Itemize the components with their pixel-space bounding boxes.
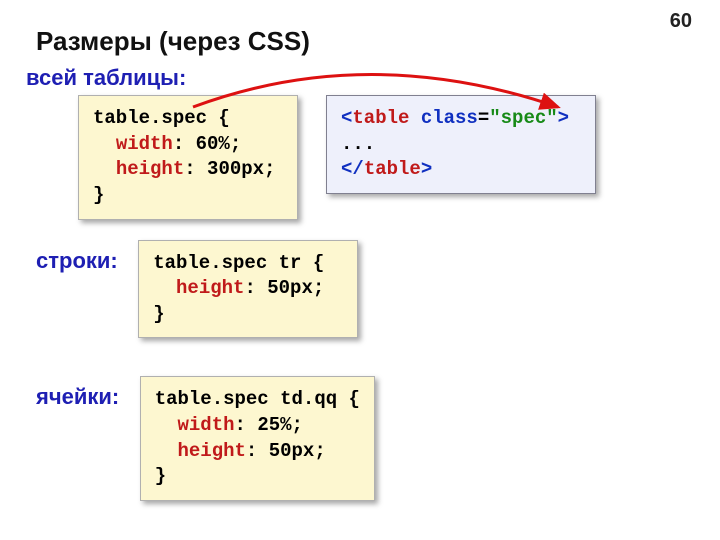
codebox-table-css: table.spec { width: 60%; height: 300px; … (78, 95, 298, 220)
label-cell: ячейки: (36, 384, 119, 410)
code-line: ... (341, 132, 581, 158)
code-line: table.spec td.qq { (155, 387, 360, 413)
code-line: } (153, 302, 343, 328)
row-table: table.spec { width: 60%; height: 300px; … (78, 95, 684, 220)
code-line: table.spec tr { (153, 251, 343, 277)
code-line: table.spec { (93, 106, 283, 132)
label-table: всей таблицы: (26, 65, 684, 91)
codebox-row-css: table.spec tr { height: 50px; } (138, 240, 358, 339)
code-line: height: 50px; (155, 439, 360, 465)
code-line: } (93, 183, 283, 209)
row-cell: ячейки: table.spec td.qq { width: 25%; h… (36, 376, 684, 501)
row-row: строки: table.spec tr { height: 50px; } (36, 240, 684, 361)
code-line: height: 300px; (93, 157, 283, 183)
slide-title: Размеры (через CSS) (36, 26, 684, 57)
slide: 60 Размеры (через CSS) всей таблицы: tab… (0, 0, 720, 540)
page-number: 60 (670, 10, 692, 33)
code-line: <table class="spec"> (341, 106, 581, 132)
codebox-table-html: <table class="spec"> ... </table> (326, 95, 596, 194)
code-line: } (155, 464, 360, 490)
label-row: строки: (36, 248, 118, 274)
code-line: height: 50px; (153, 276, 343, 302)
code-line: width: 25%; (155, 413, 360, 439)
code-line: width: 60%; (93, 132, 283, 158)
codebox-cell-css: table.spec td.qq { width: 25%; height: 5… (140, 376, 375, 501)
code-line: </table> (341, 157, 581, 183)
